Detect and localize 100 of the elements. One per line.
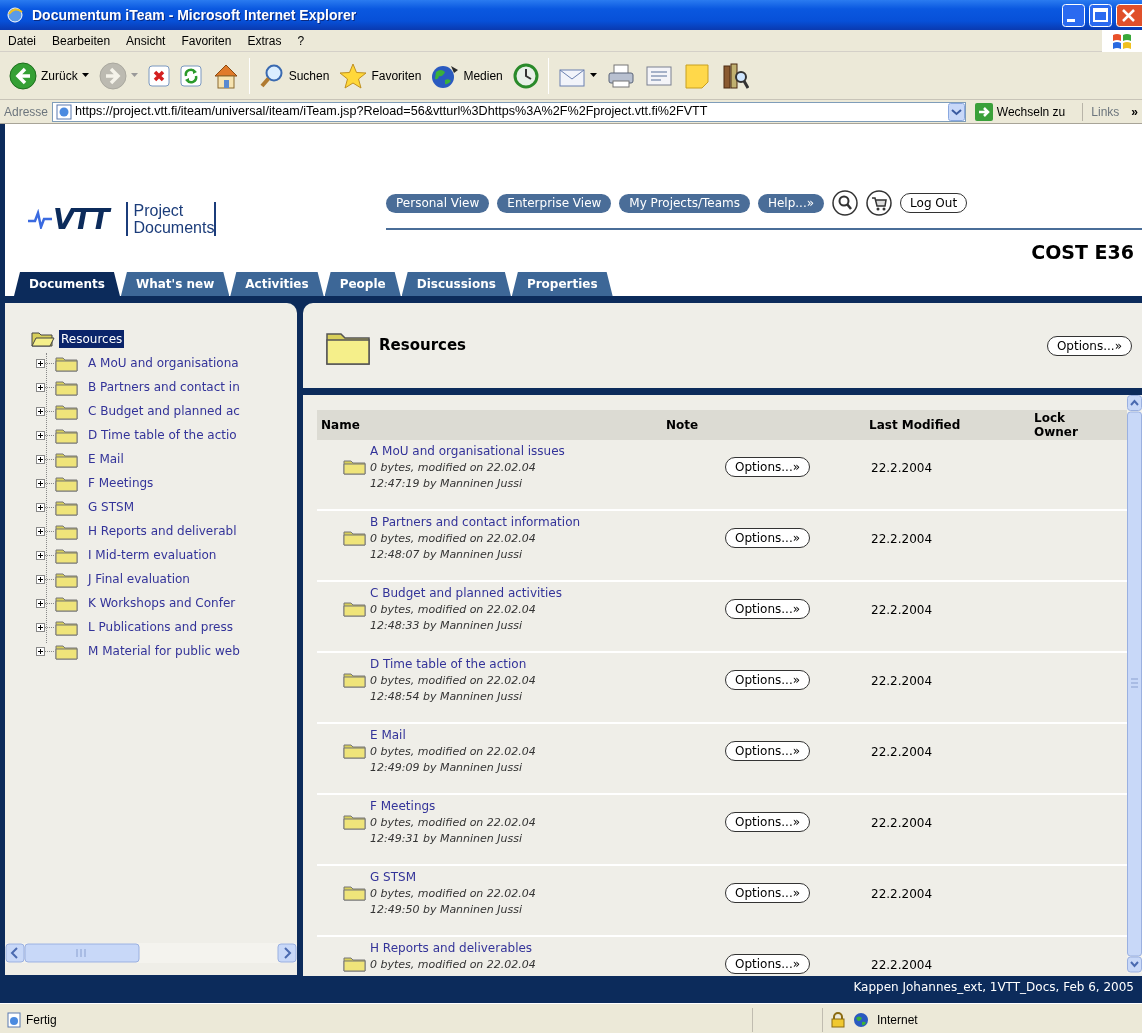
nav-button[interactable]: My Projects/Teams xyxy=(619,193,750,213)
more-button[interactable]: » xyxy=(1131,102,1138,121)
tree-item[interactable]: E Mail xyxy=(86,450,126,468)
menu-item[interactable]: Extras xyxy=(239,31,290,50)
expand-icon[interactable] xyxy=(36,574,55,584)
file-link[interactable]: F Meetings xyxy=(370,797,536,815)
tree-item[interactable]: G STSM xyxy=(86,498,137,516)
expand-icon[interactable] xyxy=(36,550,55,560)
file-link[interactable]: A MoU and organisational issues xyxy=(370,442,565,460)
file-link[interactable]: G STSM xyxy=(370,868,536,886)
favorites-button[interactable]: Favoriten xyxy=(334,55,427,96)
clock-icon xyxy=(512,62,539,89)
folder-icon xyxy=(55,402,78,420)
menu-item[interactable]: Bearbeiten xyxy=(44,31,119,50)
project-title: COST E36 xyxy=(1031,240,1134,265)
expand-icon[interactable] xyxy=(36,502,55,512)
tab[interactable]: Activities xyxy=(230,272,324,296)
tab[interactable]: People xyxy=(324,272,401,296)
expand-icon[interactable] xyxy=(36,598,55,608)
search-icon[interactable] xyxy=(832,190,859,216)
tree-item[interactable]: Resources xyxy=(59,330,125,348)
tab[interactable]: Properties xyxy=(511,272,613,296)
menu-item[interactable]: ? xyxy=(289,31,313,50)
maximize-button[interactable] xyxy=(1089,3,1112,27)
expand-icon[interactable] xyxy=(36,478,55,488)
tree-item[interactable]: L Publications and press xyxy=(86,618,235,636)
nav-button[interactable]: Personal View xyxy=(386,193,490,213)
search-button[interactable]: Suchen xyxy=(253,55,335,96)
back-button[interactable]: Zurück xyxy=(4,55,94,96)
media-button[interactable]: Medien xyxy=(426,55,508,96)
tree-item[interactable]: H Reports and deliverabl xyxy=(86,522,239,540)
folder-icon xyxy=(343,671,366,688)
folder-icon xyxy=(343,458,366,475)
tab[interactable]: Documents xyxy=(14,272,120,296)
tree-item[interactable]: D Time table of the actio xyxy=(86,426,239,444)
expand-icon[interactable] xyxy=(36,430,55,440)
lock-icon xyxy=(831,1011,845,1028)
folder-icon xyxy=(343,529,366,546)
expand-icon[interactable] xyxy=(36,646,55,656)
file-link[interactable]: B Partners and contact information xyxy=(370,513,581,531)
expand-icon[interactable] xyxy=(36,382,55,392)
nav-button[interactable]: Enterprise View xyxy=(497,193,612,213)
expand-icon[interactable] xyxy=(36,454,55,464)
folder-icon xyxy=(55,618,78,636)
menu-item[interactable]: Datei xyxy=(0,31,44,50)
file-link[interactable]: C Budget and planned activities xyxy=(370,584,562,602)
file-details: 0 bytes, modified on 22.02.04 xyxy=(370,886,536,902)
options-button[interactable]: Options...» xyxy=(725,528,811,548)
menu-item[interactable]: Ansicht xyxy=(118,31,174,50)
expand-icon[interactable] xyxy=(36,406,55,416)
column-header: Lock Owner xyxy=(1033,411,1079,439)
address-field[interactable]: https://project.vtt.fi/iteam/universal/iteam/iTeam.jsp?Reload=56&vtturl%3Dhttps%3A%2F%2Fproject.vtt.fi%2FVTT xyxy=(52,101,966,122)
tree-item[interactable]: C Budget and planned ac xyxy=(86,402,242,420)
options-button[interactable]: Options...» xyxy=(1046,335,1132,356)
file-link[interactable]: E Mail xyxy=(370,726,536,744)
tree-item[interactable]: M Material for public web xyxy=(86,642,242,660)
table-cell-text: 22.2.2004 xyxy=(870,602,934,619)
tree-item[interactable]: B Partners and contact in xyxy=(86,378,242,396)
go-button[interactable]: Wechseln zu xyxy=(969,100,1071,123)
scroll-bar[interactable] xyxy=(1127,395,1142,973)
cart-icon[interactable] xyxy=(866,190,893,216)
wave-icon xyxy=(27,209,53,229)
page-icon xyxy=(6,1011,22,1028)
table-cell-text: 22.2.2004 xyxy=(870,673,934,690)
expand-icon[interactable] xyxy=(36,358,55,368)
scroll-bar[interactable] xyxy=(5,943,297,963)
logout-button[interactable]: Log Out xyxy=(900,193,968,213)
options-button[interactable]: Options...» xyxy=(725,670,811,690)
menu-item[interactable]: Favoriten xyxy=(173,31,240,50)
tree-item[interactable]: A MoU and organisationa xyxy=(86,354,241,372)
tree-item[interactable]: I Mid-term evaluation xyxy=(86,546,219,564)
tab[interactable]: What's new xyxy=(120,272,230,296)
expand-icon[interactable] xyxy=(36,526,55,536)
tree-item[interactable]: K Workshops and Confer xyxy=(86,594,238,612)
security-zone: Internet xyxy=(877,1011,918,1029)
file-details: 12:47:19 by Manninen Jussi xyxy=(370,476,524,492)
browser-icon xyxy=(6,6,24,24)
tab[interactable]: Discussions xyxy=(401,272,511,296)
options-button[interactable]: Options...» xyxy=(725,741,811,761)
options-button[interactable]: Options...» xyxy=(725,457,811,477)
options-button[interactable]: Options...» xyxy=(725,883,811,903)
table-cell-text: 22.2.2004 xyxy=(870,744,934,761)
tree-item[interactable]: J Final evaluation xyxy=(86,570,192,588)
close-button[interactable] xyxy=(1116,3,1142,27)
tree-item[interactable]: F Meetings xyxy=(86,474,156,492)
file-details: 0 bytes, modified on 22.02.04 xyxy=(370,957,536,973)
minimize-button[interactable] xyxy=(1062,3,1085,27)
file-link[interactable]: D Time table of the action xyxy=(370,655,536,673)
file-details: 0 bytes, modified on 22.02.04 xyxy=(370,602,537,618)
windows-logo-icon xyxy=(1112,31,1132,50)
options-button[interactable]: Options...» xyxy=(725,954,811,974)
folder-icon xyxy=(343,600,366,617)
links-button[interactable]: Links xyxy=(1082,102,1120,121)
options-button[interactable]: Options...» xyxy=(725,599,811,619)
dropdown-icon[interactable] xyxy=(947,102,965,121)
expand-icon[interactable] xyxy=(36,622,55,632)
file-link[interactable]: H Reports and deliverables xyxy=(370,939,536,957)
search-icon xyxy=(258,62,285,89)
nav-button[interactable]: Help...» xyxy=(757,193,825,213)
options-button[interactable]: Options...» xyxy=(725,812,811,832)
